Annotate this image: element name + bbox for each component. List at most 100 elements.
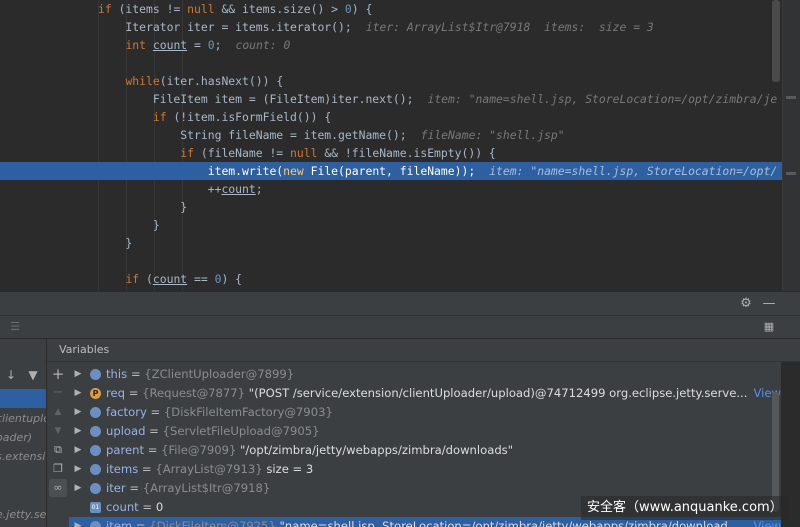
frame-item[interactable]: s.extensi xyxy=(0,450,45,463)
object-icon xyxy=(90,464,101,475)
code-line[interactable]: if (items != null && items.size() > 0) { xyxy=(0,0,785,18)
variable-value: 0 xyxy=(155,500,164,514)
variable-type: {DiskFileItem@7925} xyxy=(149,519,280,527)
copy-icon[interactable]: ⧉ xyxy=(49,441,67,459)
code-line[interactable]: if (fileName != null && !fileName.isEmpt… xyxy=(0,144,785,162)
variable-text: factory = {DiskFileItemFactory@7903} xyxy=(106,405,333,419)
variable-text: count = 0 xyxy=(106,500,164,514)
debug-tool-window-header: ⚙ — xyxy=(0,291,800,315)
primitive-icon: 01 xyxy=(90,502,101,513)
code-line[interactable]: while(iter.hasNext()) { xyxy=(0,72,785,90)
minus-icon[interactable]: − xyxy=(49,384,67,402)
variable-name: req xyxy=(106,386,126,400)
variables-header: Variables xyxy=(47,339,800,362)
arrow-down-icon[interactable]: ↓ xyxy=(2,366,20,384)
code-line[interactable] xyxy=(0,54,785,72)
variables-side-toolbar: + − ▲ ▼ ⧉ ❐ ∞ xyxy=(47,362,69,527)
add-watch-icon[interactable]: + xyxy=(49,365,67,383)
filter-icon[interactable]: ▼ xyxy=(24,366,42,384)
variable-text: parent = {File@7909} "/opt/zimbra/jetty/… xyxy=(106,443,514,457)
variable-row-parent[interactable]: ▶ parent = {File@7909} "/opt/zimbra/jetty… xyxy=(69,441,781,460)
editor-scrollbar[interactable] xyxy=(772,0,780,82)
variable-name: item xyxy=(106,519,133,527)
expand-icon[interactable]: ▶ xyxy=(73,384,83,403)
frame-item[interactable]: oader) xyxy=(0,431,32,444)
variables-scrollbar[interactable] xyxy=(772,392,779,512)
variable-value: "name=shell.jsp, StoreLocation=/opt/zimb… xyxy=(279,519,739,527)
variable-value: "/opt/zimbra/jetty/webapps/zimbra/downlo… xyxy=(240,443,514,457)
variable-name: this xyxy=(106,367,128,381)
expand-icon[interactable]: ▶ xyxy=(73,441,83,460)
variable-type: {ServletFileUpload@7905} xyxy=(162,424,320,438)
variable-name: count xyxy=(106,500,139,514)
expand-icon[interactable]: ▶ xyxy=(73,479,83,498)
gear-icon[interactable]: ⚙ xyxy=(737,295,755,313)
code-line[interactable]: if (count == 0) { xyxy=(0,270,785,288)
variable-value: "(POST /service/extension/clientUploader… xyxy=(248,386,748,400)
expand-icon[interactable]: ▶ xyxy=(73,422,83,441)
code-line[interactable]: } xyxy=(0,234,785,252)
variable-type: {File@7909} xyxy=(161,443,241,457)
variable-row-upload[interactable]: ▶ upload = {ServletFileUpload@7905} xyxy=(69,422,781,441)
watermark: 安全客（www.anquanke.com） xyxy=(581,496,789,520)
variables-title: Variables xyxy=(59,343,110,356)
variable-text: iter = {ArrayList$Itr@7918} xyxy=(106,481,271,495)
code-line[interactable]: FileItem item = (FileItem)iter.next(); it… xyxy=(0,90,785,108)
selected-frame[interactable] xyxy=(0,389,46,408)
variable-row-factory[interactable]: ▶ factory = {DiskFileItemFactory@7903} xyxy=(69,403,781,422)
layout-icon[interactable]: ▦ xyxy=(760,318,778,336)
variable-type: {ArrayList$Itr@7918} xyxy=(142,481,271,495)
variable-type: {DiskFileItemFactory@7903} xyxy=(163,405,333,419)
frames-panel: ↓ ▼ clientuplo oader) s.extensi e.jetty.… xyxy=(0,339,47,527)
expand-icon[interactable]: ▶ xyxy=(73,460,83,479)
move-down-icon[interactable]: ▼ xyxy=(49,422,67,440)
code-line[interactable]: } xyxy=(0,198,785,216)
variable-type: {ZClientUploader@7899} xyxy=(144,367,295,381)
glasses-icon[interactable]: ∞ xyxy=(49,479,67,497)
variable-type: {Request@7877} xyxy=(142,386,249,400)
object-icon xyxy=(90,369,101,380)
variable-row-this[interactable]: ▶ this = {ZClientUploader@7899} xyxy=(69,365,781,384)
expand-icon[interactable]: ▶ xyxy=(73,517,83,527)
expand-icon[interactable]: ▶ xyxy=(73,365,83,384)
stripe-marker[interactable] xyxy=(786,96,796,99)
variable-name: iter xyxy=(106,481,126,495)
execution-point-line[interactable]: item.write(new File(parent, fileName)); i… xyxy=(0,162,785,180)
object-icon xyxy=(90,483,101,494)
variable-name: parent xyxy=(106,443,145,457)
parameter-icon: P xyxy=(90,388,101,399)
frame-item[interactable]: clientuplo xyxy=(0,412,46,425)
variable-text: this = {ZClientUploader@7899} xyxy=(106,367,295,381)
code-line[interactable] xyxy=(0,252,785,270)
stripe-marker[interactable] xyxy=(786,172,796,175)
variable-name: factory xyxy=(106,405,147,419)
object-icon xyxy=(90,407,101,418)
object-icon xyxy=(90,426,101,437)
code-line[interactable]: if (!item.isFormField()) { xyxy=(0,108,785,126)
code-line[interactable]: String fileName = item.getName(); fileNam… xyxy=(0,126,785,144)
object-icon xyxy=(90,521,101,527)
code-line[interactable]: ++count; xyxy=(0,180,785,198)
code-line[interactable]: Iterator iter = items.iterator(); iter: A… xyxy=(0,18,785,36)
frame-item[interactable]: e.jetty.se xyxy=(0,508,46,521)
variable-value: size = 3 xyxy=(266,462,314,476)
frames-list-icon[interactable]: ☰ xyxy=(6,318,24,336)
object-icon xyxy=(90,445,101,456)
code-line[interactable]: int count = 0; count: 0 xyxy=(0,36,785,54)
variable-name: items xyxy=(106,462,139,476)
variable-text: items = {ArrayList@7913} size = 3 xyxy=(106,462,314,476)
variable-name: upload xyxy=(106,424,146,438)
variable-row-items[interactable]: ▶ items = {ArrayList@7913} size = 3 xyxy=(69,460,781,479)
variable-text: req = {Request@7877} "(POST /service/ext… xyxy=(106,386,748,400)
code-line[interactable]: } xyxy=(0,216,785,234)
move-up-icon[interactable]: ▲ xyxy=(49,403,67,421)
variable-row-req[interactable]: ▶ Preq = {Request@7877} "(POST /service/e… xyxy=(69,384,781,403)
code-editor[interactable]: if (items != null && items.size() > 0) {… xyxy=(0,0,800,291)
copy-value-icon[interactable]: ❐ xyxy=(49,460,67,478)
error-stripe xyxy=(782,0,800,291)
variable-type: {ArrayList@7913} xyxy=(155,462,267,476)
expand-icon[interactable]: ▶ xyxy=(73,403,83,422)
minimize-icon[interactable]: — xyxy=(760,295,778,313)
variable-text: upload = {ServletFileUpload@7905} xyxy=(106,424,320,438)
debug-toolbar: ☰ ▦ xyxy=(0,315,800,338)
